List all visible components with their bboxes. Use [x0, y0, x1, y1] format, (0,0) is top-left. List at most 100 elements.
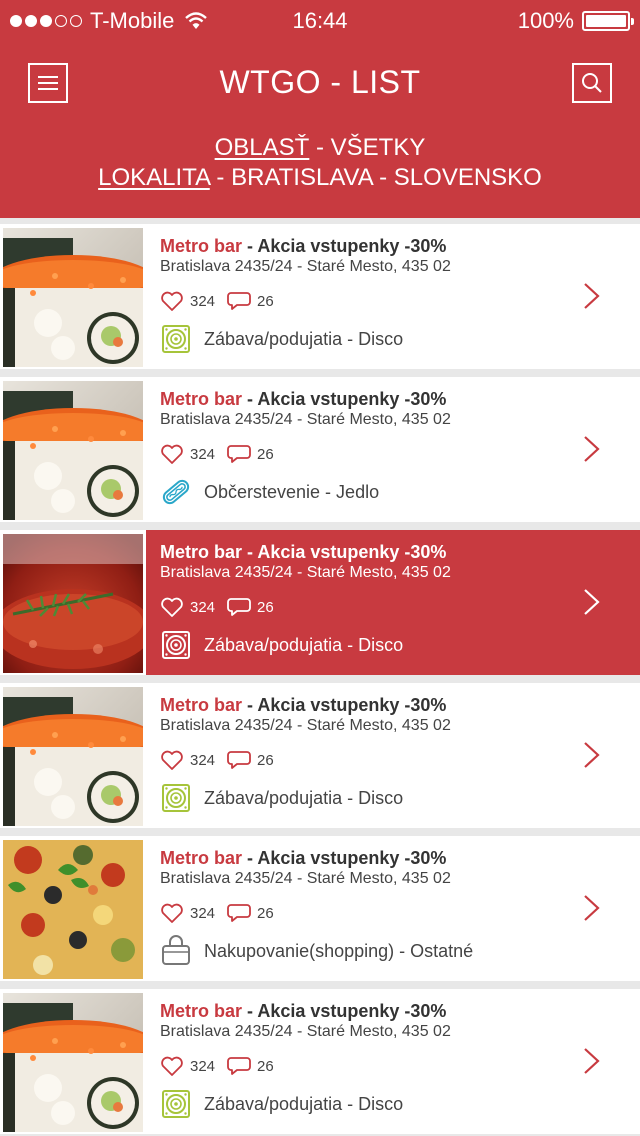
- item-info: Metro bar - Akcia vstupenky -30% Bratisl…: [146, 377, 640, 522]
- category-label: Zábava/podujatia - Disco: [204, 787, 404, 808]
- likes-count: 324: [190, 445, 216, 463]
- venue-name: Metro bar: [160, 389, 243, 409]
- speaker-icon: [160, 629, 192, 661]
- status-bar: T-Mobile 16:44 100%: [0, 0, 640, 40]
- item-title: Metro bar - Akcia vstupenky -30%: [160, 695, 446, 716]
- search-button[interactable]: [572, 63, 612, 103]
- item-category: Občerstevenie - Jedlo: [160, 476, 379, 508]
- heart-icon[interactable]: [160, 443, 184, 465]
- item-info: Metro bar - Akcia vstupenky -30% Bratisl…: [146, 989, 640, 1134]
- comments-count: 26: [257, 1057, 274, 1075]
- area-filter-link[interactable]: OBLASŤ: [215, 134, 310, 161]
- item-category: Zábava/podujatia - Disco: [160, 323, 403, 355]
- battery-icon: [582, 11, 634, 31]
- likes-count: 324: [190, 751, 216, 769]
- item-title: Metro bar - Akcia vstupenky -30%: [160, 389, 446, 410]
- item-info: Metro bar - Akcia vstupenky -30% Bratisl…: [146, 224, 640, 369]
- battery-percent: 100%: [517, 8, 574, 33]
- venue-name: Metro bar: [160, 1001, 243, 1021]
- page-title: WTGO - LIST: [219, 64, 421, 100]
- venue-name: Metro bar: [160, 848, 243, 868]
- chevron-right-icon[interactable]: [582, 741, 602, 769]
- likes-count: 324: [190, 904, 216, 922]
- item-address: Bratislava 2435/24 - Staré Mesto, 435 02: [160, 411, 451, 428]
- hotdog-icon: [160, 476, 192, 508]
- item-category: Nakupovanie(shopping) - Ostatné: [160, 935, 473, 967]
- item-category: Zábava/podujatia - Disco: [160, 1088, 403, 1120]
- item-title: Metro bar - Akcia vstupenky -30%: [160, 236, 446, 257]
- heart-icon[interactable]: [160, 1055, 184, 1077]
- item-category: Zábava/podujatia - Disco: [160, 629, 403, 661]
- comments-count: 26: [257, 598, 274, 616]
- comment-icon[interactable]: [227, 749, 251, 771]
- item-title: Metro bar - Akcia vstupenky -30%: [160, 848, 446, 869]
- list-item[interactable]: Metro bar - Akcia vstupenky -30% Bratisl…: [0, 530, 640, 675]
- offer-text: - Akcia vstupenky -30%: [242, 1001, 447, 1021]
- likes-count: 324: [190, 598, 216, 616]
- comments-count: 26: [257, 751, 274, 769]
- chevron-right-icon[interactable]: [582, 435, 602, 463]
- chevron-right-icon[interactable]: [582, 1047, 602, 1075]
- category-label: Nakupovanie(shopping) - Ostatné: [204, 940, 474, 961]
- category-label: Zábava/podujatia - Disco: [204, 328, 404, 349]
- item-address: Bratislava 2435/24 - Staré Mesto, 435 02: [160, 870, 451, 887]
- chevron-right-icon[interactable]: [582, 282, 602, 310]
- item-stats: 324 26: [160, 902, 274, 924]
- item-address: Bratislava 2435/24 - Staré Mesto, 435 02: [160, 717, 451, 734]
- category-label: Zábava/podujatia - Disco: [204, 634, 404, 655]
- comment-icon[interactable]: [227, 596, 251, 618]
- item-title: Metro bar - Akcia vstupenky -30%: [160, 1001, 446, 1022]
- category-label: Zábava/podujatia - Disco: [204, 1093, 404, 1114]
- item-address: Bratislava 2435/24 - Staré Mesto, 435 02: [160, 564, 451, 581]
- app-header: T-Mobile 16:44 100% WTGO - LIST OBLASŤ -…: [0, 0, 640, 218]
- location-filter: LOKALITA - BRATISLAVA - SLOVENSKO: [0, 164, 640, 192]
- likes-count: 324: [190, 1057, 216, 1075]
- item-stats: 324 26: [160, 1055, 274, 1077]
- item-stats: 324 26: [160, 290, 274, 312]
- heart-icon[interactable]: [160, 749, 184, 771]
- item-info: Metro bar - Akcia vstupenky -30% Bratisl…: [146, 530, 640, 675]
- item-info: Metro bar - Akcia vstupenky -30% Bratisl…: [146, 836, 640, 981]
- comments-count: 26: [257, 904, 274, 922]
- item-address: Bratislava 2435/24 - Staré Mesto, 435 02: [160, 258, 451, 275]
- comment-icon[interactable]: [227, 290, 251, 312]
- search-icon: [582, 73, 602, 93]
- item-info: Metro bar - Akcia vstupenky -30% Bratisl…: [146, 683, 640, 828]
- comment-icon[interactable]: [227, 902, 251, 924]
- list-item[interactable]: Metro bar - Akcia vstupenky -30% Bratisl…: [0, 683, 640, 828]
- likes-count: 324: [190, 292, 216, 310]
- comments-count: 26: [257, 445, 274, 463]
- comments-count: 26: [257, 292, 274, 310]
- chevron-right-icon[interactable]: [582, 894, 602, 922]
- location-filter-value: - BRATISLAVA - SLOVENSKO: [209, 164, 542, 191]
- area-filter-value: - VŠETKY: [309, 134, 426, 161]
- list-item[interactable]: Metro bar - Akcia vstupenky -30% Bratisl…: [0, 989, 640, 1134]
- sushi-image: [3, 687, 143, 826]
- heart-icon[interactable]: [160, 596, 184, 618]
- comment-icon[interactable]: [227, 443, 251, 465]
- speaker-icon: [160, 782, 192, 814]
- category-label: Občerstevenie - Jedlo: [204, 481, 380, 502]
- offer-text: - Akcia vstupenky -30%: [242, 848, 447, 868]
- list-item[interactable]: Metro bar - Akcia vstupenky -30% Bratisl…: [0, 377, 640, 522]
- item-address: Bratislava 2435/24 - Staré Mesto, 435 02: [160, 1023, 451, 1040]
- heart-icon[interactable]: [160, 290, 184, 312]
- speaker-icon: [160, 1088, 192, 1120]
- venue-name: Metro bar: [160, 542, 243, 562]
- offer-text: - Akcia vstupenky -30%: [242, 695, 447, 715]
- item-stats: 324 26: [160, 749, 274, 771]
- item-stats: 324 26: [160, 596, 274, 618]
- offer-text: - Akcia vstupenky -30%: [242, 236, 447, 256]
- chevron-right-icon[interactable]: [582, 588, 602, 616]
- offer-text: - Akcia vstupenky -30%: [242, 542, 447, 562]
- list-item[interactable]: Metro bar - Akcia vstupenky -30% Bratisl…: [0, 224, 640, 369]
- area-filter: OBLASŤ - VŠETKY: [0, 134, 640, 162]
- location-filter-link[interactable]: LOKALITA: [98, 164, 210, 191]
- sushi-image: [3, 381, 143, 520]
- steak-image: [3, 534, 143, 673]
- item-title: Metro bar - Akcia vstupenky -30%: [160, 542, 446, 563]
- list-item[interactable]: Metro bar - Akcia vstupenky -30% Bratisl…: [0, 836, 640, 981]
- sushi-image: [3, 993, 143, 1132]
- comment-icon[interactable]: [227, 1055, 251, 1077]
- heart-icon[interactable]: [160, 902, 184, 924]
